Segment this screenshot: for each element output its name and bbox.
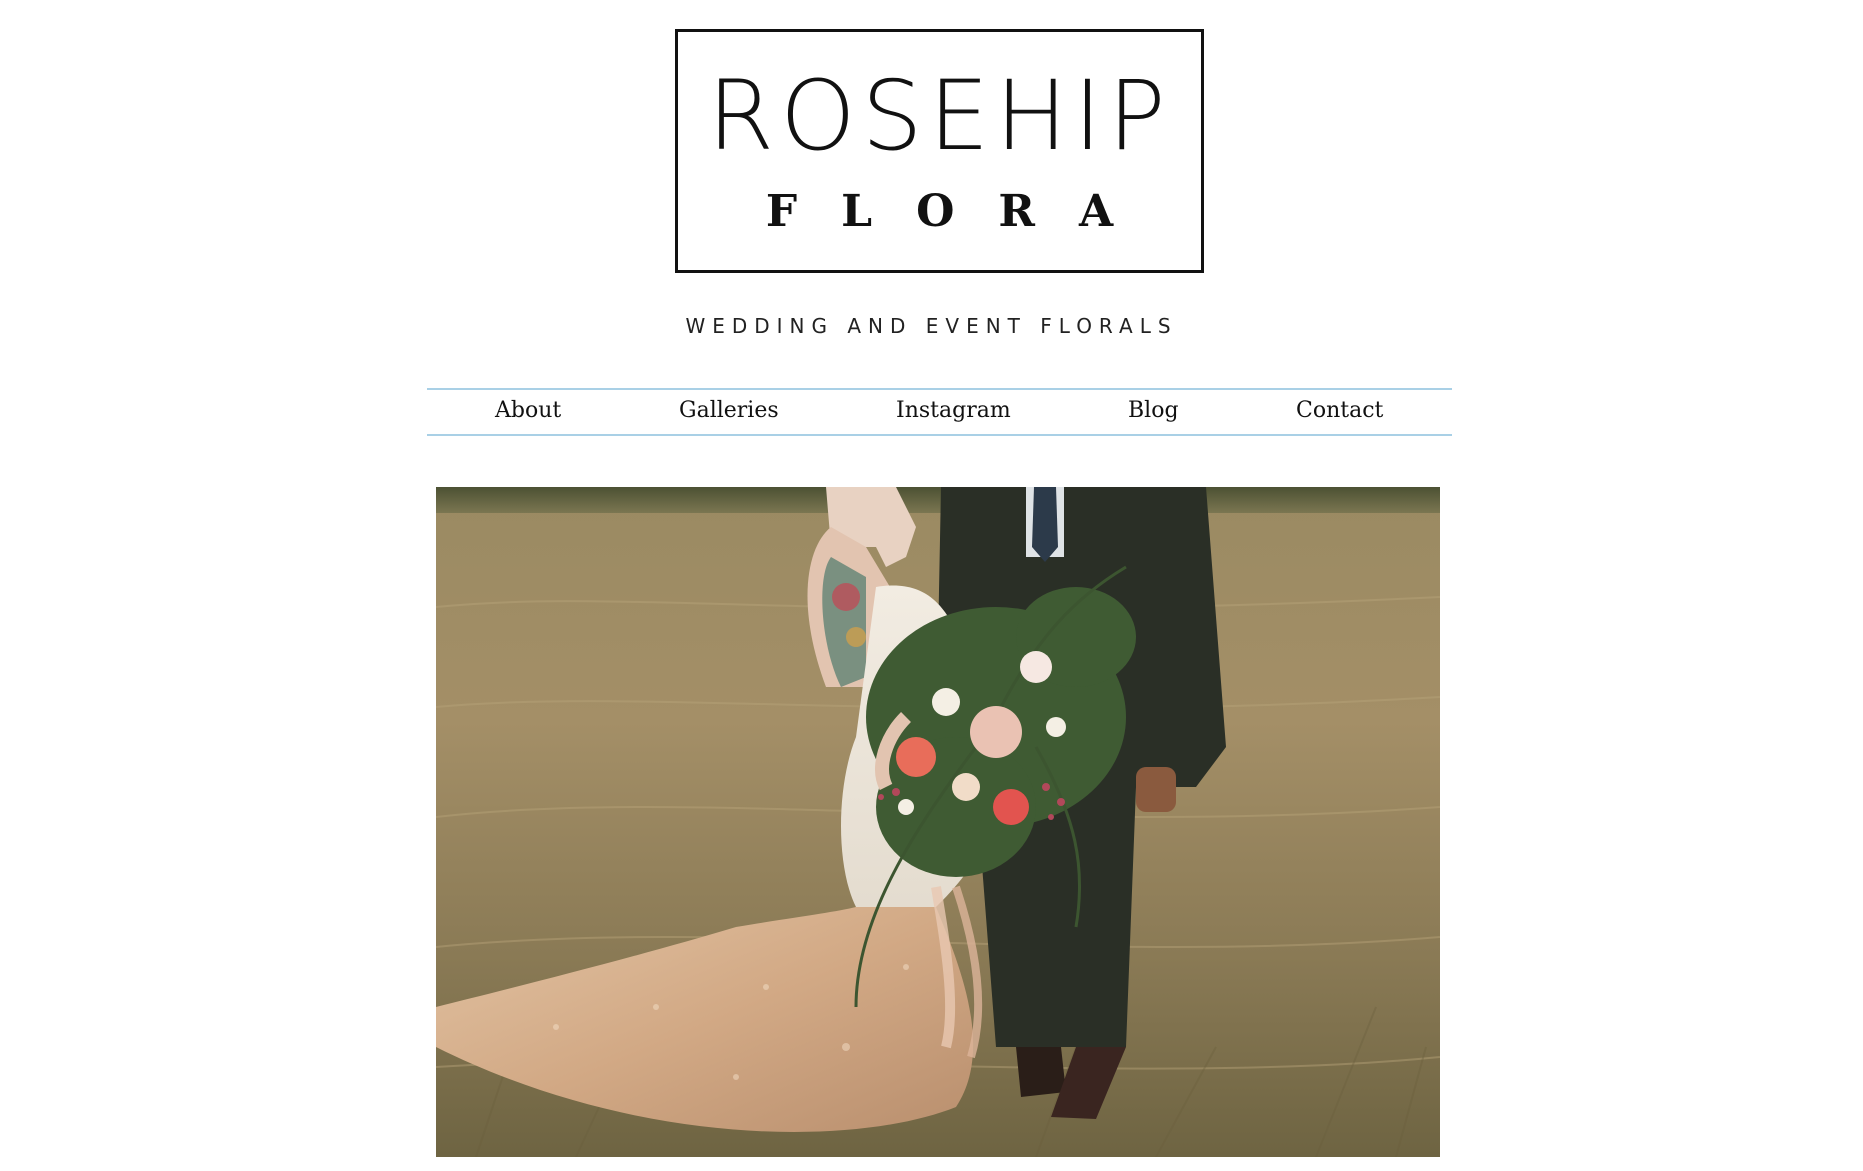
nav-item-galleries[interactable]: Galleries [679, 398, 779, 423]
site-logo[interactable]: ROSEHIP FLORA [675, 29, 1204, 273]
nav-item-instagram[interactable]: Instagram [896, 398, 1011, 423]
nav-item-blog[interactable]: Blog [1128, 398, 1179, 423]
logo-line1: ROSEHIP [707, 60, 1172, 172]
page: ROSEHIP FLORA WEDDING AND EVENT FLORALS … [0, 0, 1863, 1171]
nav-item-contact[interactable]: Contact [1296, 398, 1383, 423]
main-nav: About Galleries Instagram Blog Contact [427, 388, 1452, 436]
tagline: WEDDING AND EVENT FLORALS [685, 314, 1178, 338]
logo-line2: FLORA [765, 186, 1158, 237]
hero-photo [436, 487, 1440, 1157]
nav-item-about[interactable]: About [495, 398, 561, 423]
hero-image [436, 487, 1440, 1157]
